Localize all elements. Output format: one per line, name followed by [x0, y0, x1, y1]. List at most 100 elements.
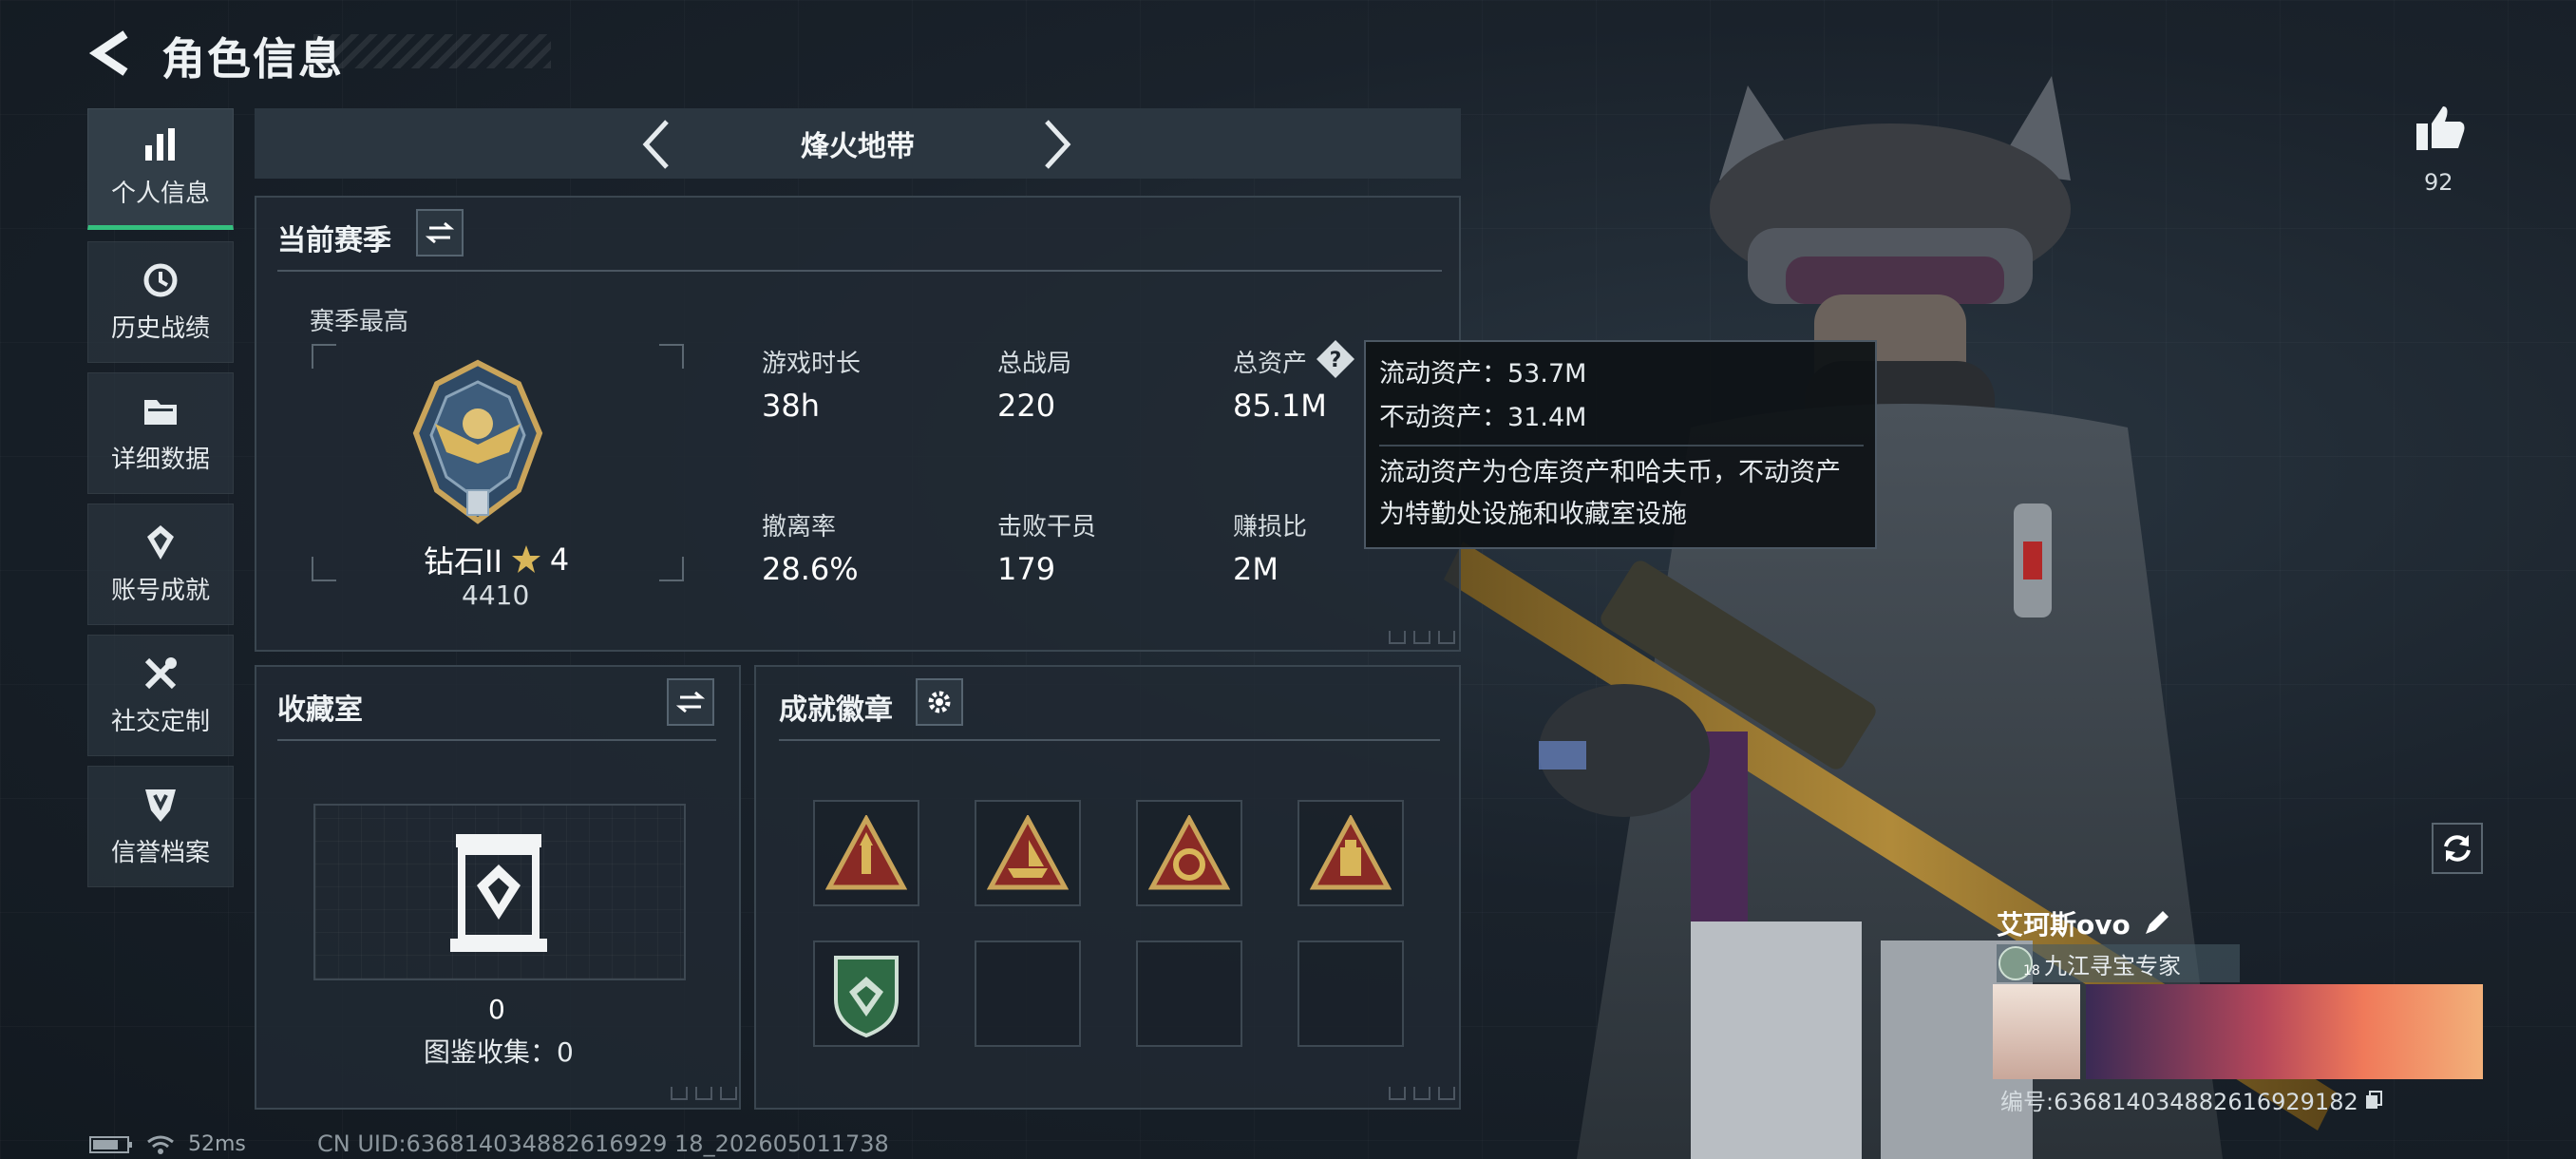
stat-label-matches: 总战局 — [997, 350, 1072, 378]
badge-slot[interactable] — [813, 800, 919, 906]
display-case-icon — [450, 834, 547, 952]
collection-count: 0 — [488, 994, 505, 1025]
frame-corner — [312, 557, 336, 581]
gear-icon — [928, 691, 951, 713]
ship-badge-icon — [987, 815, 1069, 890]
achievements-divider — [779, 739, 1440, 741]
star-icon — [511, 545, 540, 573]
sidebar-item-social[interactable]: 社交定制 — [87, 635, 234, 756]
frame-corner — [659, 557, 684, 581]
player-id: 编号:636814034882616929182 — [2000, 1089, 2358, 1115]
stat-label-kills: 击败干员 — [997, 513, 1097, 542]
badge-slot-empty[interactable] — [975, 940, 1081, 1047]
rank-stars: 4 — [549, 542, 570, 578]
sidebar-item-details[interactable]: 详细数据 — [87, 372, 234, 494]
badge-slot[interactable] — [1297, 800, 1404, 906]
stat-value-extraction: 28.6% — [762, 551, 859, 587]
rank-emblem-icon — [412, 359, 543, 524]
frame-corner — [659, 344, 684, 369]
player-name-row: 艾珂斯ovo — [1997, 904, 2170, 942]
frame-corner — [312, 344, 336, 369]
back-arrow-icon[interactable] — [87, 28, 133, 78]
edit-icon[interactable] — [2142, 909, 2170, 938]
tooltip-desc-line2: 为特勤处设施和收藏室设施 — [1379, 500, 1687, 529]
sidebar-item-label: 社交定制 — [110, 707, 210, 736]
battery-icon — [89, 1135, 132, 1153]
mode-label: 烽火地带 — [801, 130, 915, 163]
badge-slot[interactable] — [813, 940, 919, 1047]
player-banner[interactable] — [1993, 984, 2483, 1079]
panel-corner-marks — [1389, 631, 1455, 644]
player-id-row: 编号:636814034882616929182 — [2000, 1083, 2383, 1116]
avatar[interactable] — [1993, 984, 2080, 1079]
season-best-label: 赛季最高 — [310, 308, 409, 336]
tooltip-desc-line1: 流动资产为仓库资产和哈夫币，不动资产 — [1379, 458, 1841, 487]
badge-slot-empty[interactable] — [1136, 940, 1242, 1047]
stat-value-profit-ratio: 2M — [1233, 551, 1279, 587]
sidebar-item-label: 详细数据 — [110, 445, 210, 474]
sidebar-item-reputation[interactable]: 信誉档案 — [87, 766, 234, 887]
codex-count: 图鉴收集：0 — [424, 1036, 574, 1068]
sidebar-item-profile[interactable]: 个人信息 — [87, 108, 234, 230]
swap-icon — [426, 221, 454, 244]
gear-badge-icon — [1148, 815, 1230, 890]
tower-badge-icon — [1310, 815, 1392, 890]
title-decoration — [313, 34, 551, 68]
history-icon — [143, 263, 178, 296]
ping: 52ms — [188, 1132, 246, 1156]
panel-corner-marks — [1389, 1087, 1455, 1100]
collection-title: 收藏室 — [277, 694, 363, 727]
banner-image — [2086, 984, 2483, 1079]
folder-icon — [144, 399, 177, 425]
tools-icon — [144, 656, 177, 689]
collection-divider — [277, 739, 716, 741]
badge-slot-empty[interactable] — [1297, 940, 1404, 1047]
thumbs-up-icon[interactable] — [2415, 104, 2466, 152]
green-shield-badge-icon — [834, 956, 899, 1038]
stat-label-assets: 总资产 — [1233, 350, 1308, 378]
badge-slot[interactable] — [1136, 800, 1242, 906]
stat-label-profit-ratio: 赚损比 — [1233, 513, 1308, 542]
chevron-right-icon[interactable] — [1041, 116, 1073, 173]
bar-chart-icon — [145, 127, 175, 161]
stat-value-assets: 85.1M — [1233, 388, 1327, 424]
sidebar-item-label: 账号成就 — [110, 576, 210, 605]
tooltip-liquid-assets: 流动资产：53.7M — [1379, 359, 1587, 389]
svg-text:?: ? — [1330, 349, 1342, 372]
collection-switch-button[interactable] — [667, 678, 714, 726]
sidebar-item-label: 信誉档案 — [110, 838, 210, 867]
badge-slot[interactable] — [975, 800, 1081, 906]
rocket-badge-icon — [825, 815, 907, 890]
stat-value-playtime: 38h — [762, 388, 820, 424]
status-bar: 52ms — [89, 1132, 246, 1156]
stat-value-kills: 179 — [997, 551, 1056, 587]
player-level: 18 — [2023, 963, 2040, 978]
shield-icon — [145, 788, 176, 822]
copy-icon[interactable] — [2364, 1090, 2383, 1111]
season-divider — [277, 270, 1442, 272]
help-icon[interactable]: ? — [1315, 338, 1356, 380]
achievements-title: 成就徽章 — [779, 694, 893, 727]
tooltip-divider — [1379, 445, 1864, 446]
sidebar-item-history[interactable]: 历史战绩 — [87, 241, 234, 363]
stat-label-extraction: 撤离率 — [762, 513, 837, 542]
likes-count: 92 — [2424, 169, 2453, 196]
achievements-settings-button[interactable] — [916, 678, 963, 726]
sidebar-item-label: 历史战绩 — [110, 314, 210, 343]
sidebar-item-achievements[interactable]: 账号成就 — [87, 504, 234, 625]
panel-corner-marks — [671, 1087, 737, 1100]
season-switch-button[interactable] — [416, 209, 464, 256]
player-name: 艾珂斯ovo — [1997, 909, 2131, 940]
player-title: 九江寻宝专家 — [2044, 952, 2181, 979]
refresh-icon — [2444, 835, 2471, 862]
stat-label-playtime: 游戏时长 — [762, 350, 862, 378]
swap-icon — [676, 691, 705, 713]
tooltip-fixed-assets: 不动资产：31.4M — [1379, 403, 1587, 432]
season-title: 当前赛季 — [277, 224, 391, 257]
wifi-icon — [147, 1135, 174, 1154]
assets-tooltip: 流动资产：53.7M 不动资产：31.4M 流动资产为仓库资产和哈夫币，不动资产… — [1364, 340, 1877, 549]
rotate-character-button[interactable] — [2432, 823, 2483, 874]
achievement-icon — [147, 524, 174, 560]
player-title-bar: 18 九江寻宝专家 — [1997, 944, 2240, 982]
rank-name: 钻石II — [424, 543, 502, 580]
